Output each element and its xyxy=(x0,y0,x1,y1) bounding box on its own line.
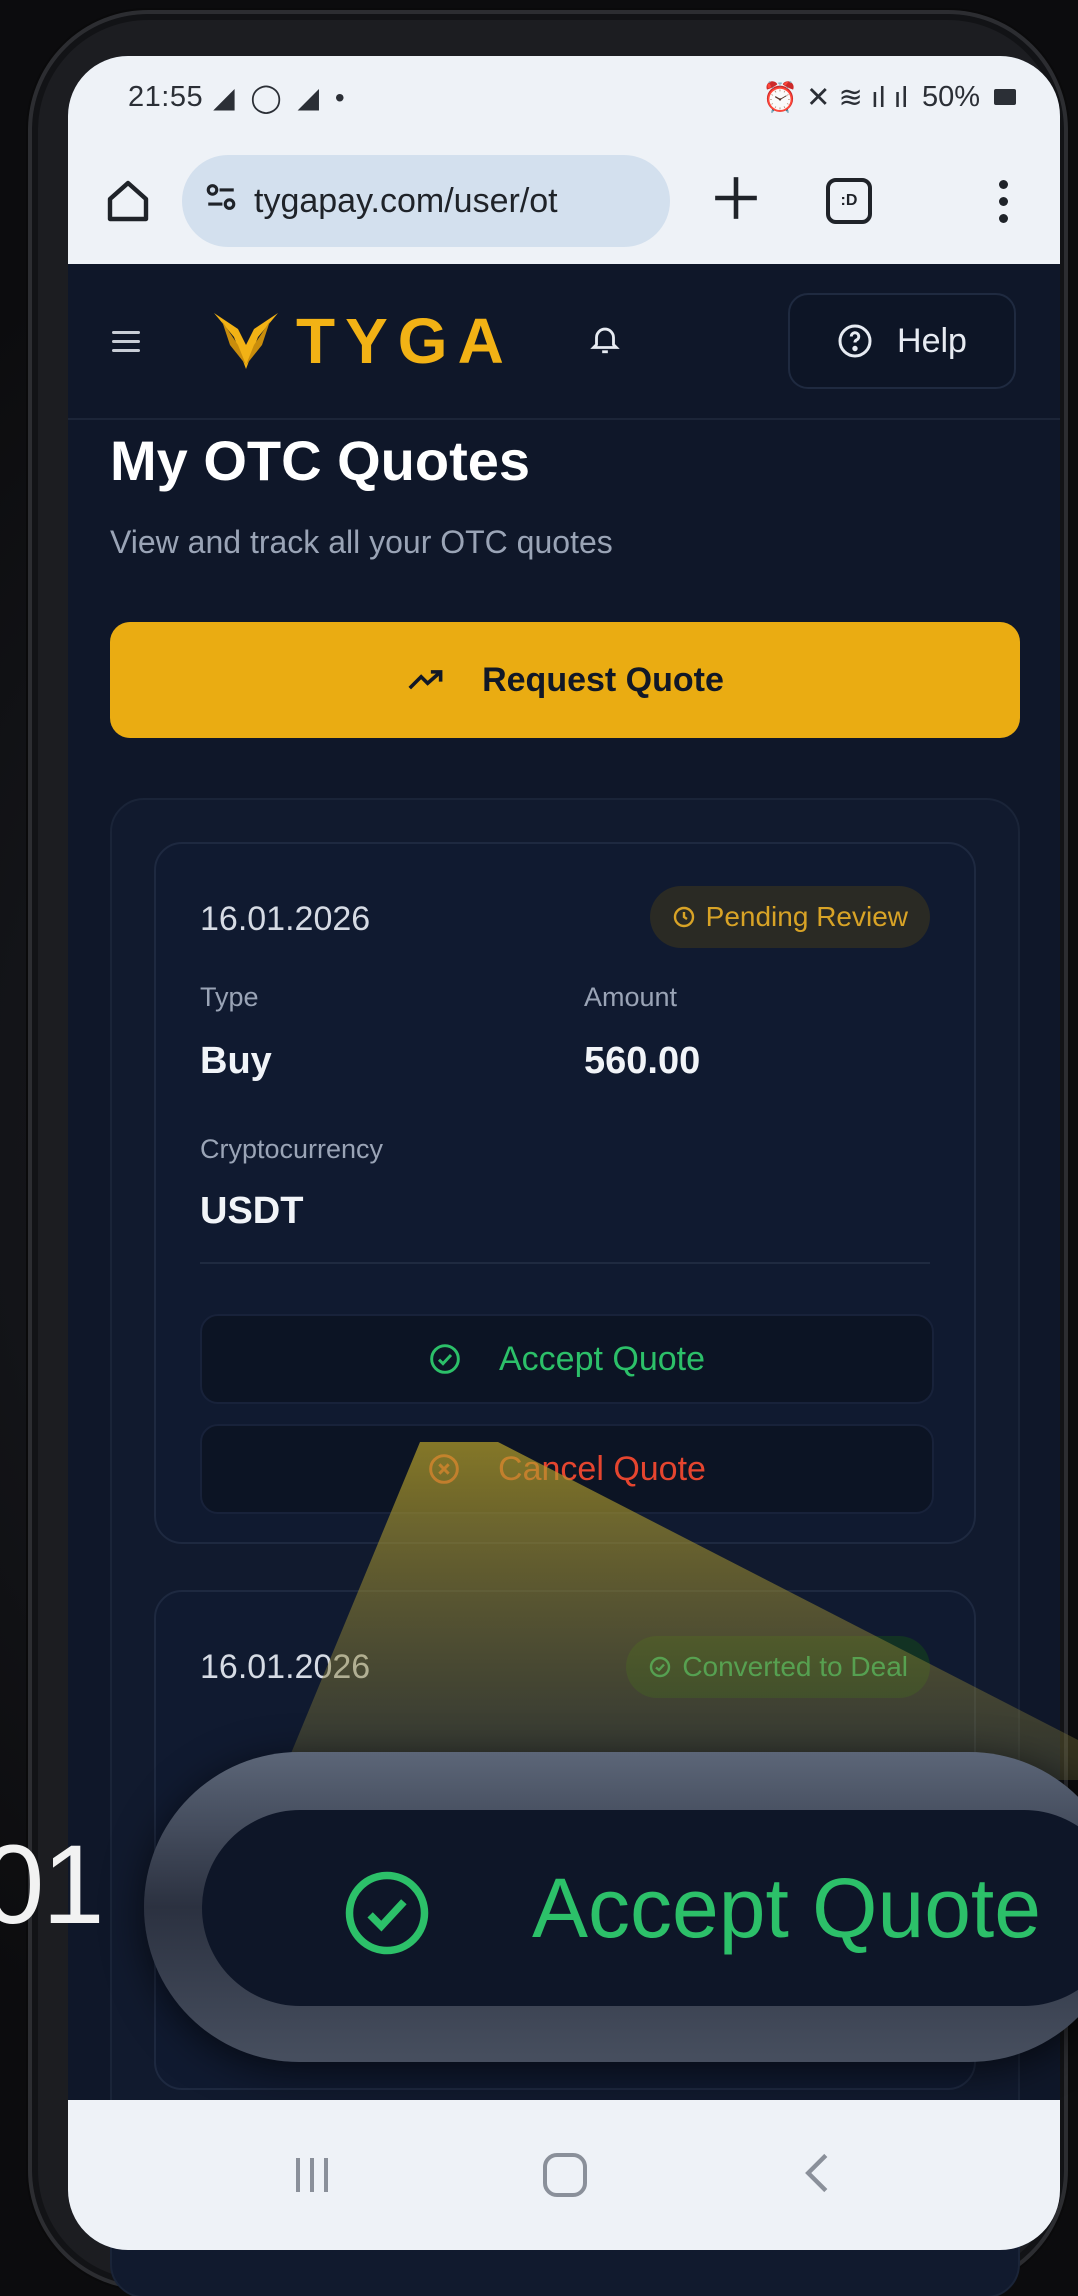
callout-label: Accept Quote xyxy=(532,1860,1041,1955)
accept-quote-button[interactable]: Accept Quote xyxy=(200,1314,934,1404)
accept-quote-label: Accept Quote xyxy=(498,1339,705,1378)
bottom-nav-wrap xyxy=(68,2100,1060,2250)
cancel-quote-button[interactable]: Cancel Quote xyxy=(200,1424,934,1514)
page-subtitle: View and track all your OTC quotes xyxy=(110,524,613,560)
cancel-quote-label: Cancel Quote xyxy=(498,1449,706,1488)
amount-value: 560.00 xyxy=(584,1040,701,1082)
clock-icon xyxy=(673,906,694,928)
x-circle-icon xyxy=(429,1454,459,1484)
back-button[interactable] xyxy=(802,2143,832,2208)
amount-label: Amount xyxy=(584,982,678,1012)
chevron-left-icon xyxy=(805,2153,828,2192)
divider xyxy=(200,1262,930,1264)
status-badge: Converted to Deal xyxy=(626,1636,930,1698)
page-title: My OTC Quotes xyxy=(110,429,531,492)
check-circle-icon xyxy=(430,1344,460,1374)
status-text: Converted to Deal xyxy=(682,1651,908,1682)
status-badge: Pending Review xyxy=(649,886,930,948)
callout-check-icon xyxy=(345,1871,429,1955)
callout-number: 01 xyxy=(0,1822,105,1947)
status-text: Pending Review xyxy=(705,901,908,932)
request-quote-button[interactable]: Request Quote xyxy=(110,622,1020,738)
trending-up-icon xyxy=(408,670,443,690)
quote-date: 16.01.2026 xyxy=(200,1648,371,1686)
crypto-label: Cryptocurrency xyxy=(200,1134,384,1164)
type-label: Type xyxy=(200,982,259,1012)
quote-card: 16.01.2026 Pending Review Type Buy Amoun… xyxy=(154,842,976,1544)
type-value: Buy xyxy=(200,1040,272,1082)
crypto-value: USDT xyxy=(200,1190,304,1232)
quote-date: 16.01.2026 xyxy=(200,900,371,938)
recents-button[interactable] xyxy=(295,2158,328,2192)
request-quote-label: Request Quote xyxy=(482,660,724,699)
check-circle-icon xyxy=(650,1656,671,1678)
home-nav-button[interactable] xyxy=(542,2153,587,2197)
callout-accept-quote: Accept Quote xyxy=(202,1810,1078,2006)
android-nav-bar xyxy=(68,2100,1060,2250)
